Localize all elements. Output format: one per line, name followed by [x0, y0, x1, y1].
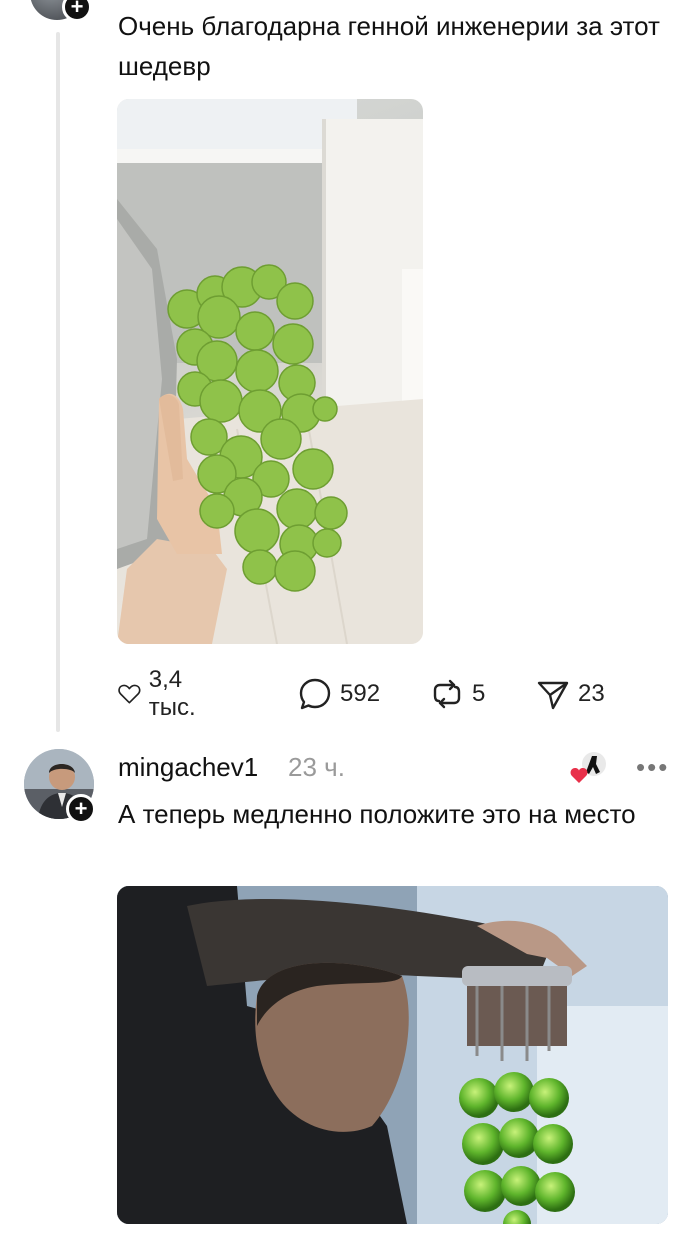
heart-icon [118, 684, 141, 704]
post-text: А теперь медленно положите это на место [118, 799, 636, 829]
post-time: 23 ч. [288, 752, 345, 782]
meme-photo [117, 886, 668, 1224]
post-photo[interactable] [117, 886, 668, 1224]
send-icon [537, 681, 569, 710]
comments-count: 592 [340, 680, 381, 707]
follow-plus-icon[interactable]: + [66, 794, 96, 824]
post-text: Очень благодарна генной инженерии за это… [118, 11, 660, 81]
follow-plus-icon[interactable]: + [62, 0, 92, 22]
reaction-icon[interactable] [570, 750, 608, 786]
more-options-icon[interactable]: ••• [636, 752, 669, 783]
share-button[interactable]: 23 [536, 672, 605, 716]
thread-connector [56, 32, 60, 732]
like-button[interactable]: 3,4 тыс. [118, 666, 207, 721]
comment-bubble-icon [299, 678, 331, 710]
comment-button[interactable]: 592 [298, 672, 380, 716]
reposts-count: 5 [472, 680, 486, 707]
likes-count: 3,4 тыс. [148, 666, 196, 721]
green-grapes-photo [117, 99, 423, 644]
repost-button[interactable]: 5 [430, 672, 485, 716]
post-photo[interactable] [117, 99, 423, 644]
username[interactable]: mingachev1 [118, 752, 258, 783]
repost-icon [433, 679, 461, 709]
shares-count: 23 [578, 680, 605, 707]
